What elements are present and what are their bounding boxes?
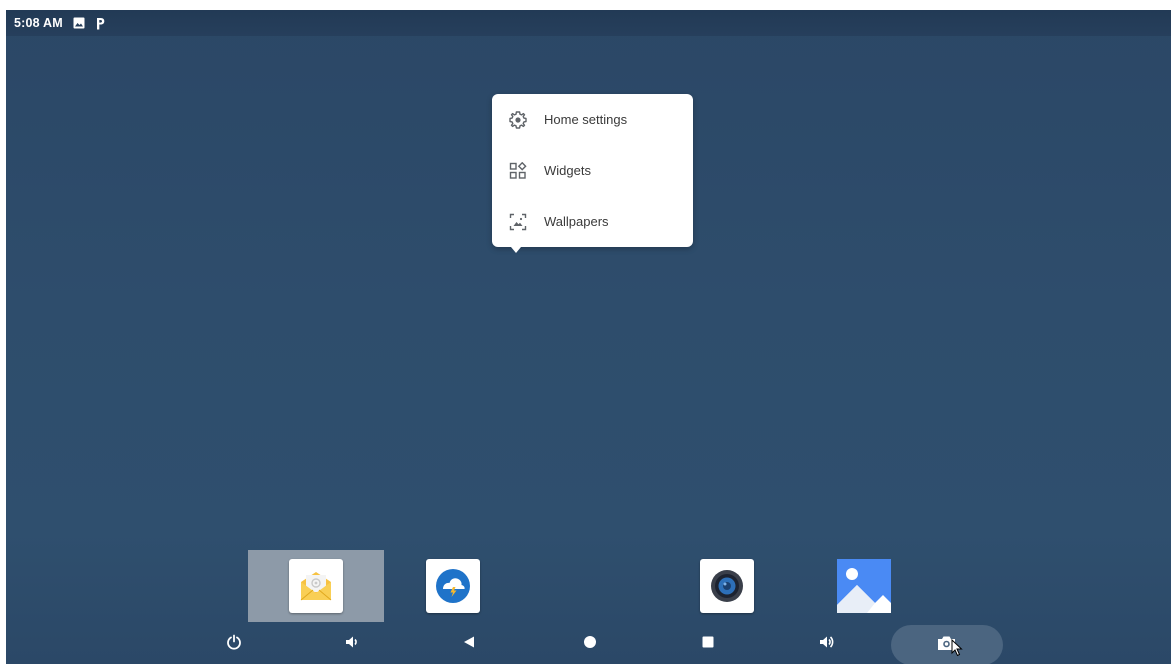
menu-item-widgets[interactable]: Widgets: [492, 145, 693, 196]
volume-down-icon: [344, 634, 360, 655]
power-icon: [226, 634, 242, 655]
home-screen[interactable]: 5:08 AM Home settings Widgets Wallpapers: [6, 10, 1171, 664]
volume-up-icon: [818, 634, 836, 655]
dock-item-weather[interactable]: [385, 550, 521, 622]
dock-item-gallery[interactable]: [796, 550, 932, 622]
menu-item-label: Wallpapers: [544, 214, 609, 229]
gallery-app-icon: [837, 559, 891, 613]
home-button[interactable]: [570, 624, 610, 664]
menu-item-label: Widgets: [544, 163, 591, 178]
power-button[interactable]: [214, 624, 254, 664]
status-bar: 5:08 AM: [6, 10, 1171, 36]
mouse-cursor-icon: [951, 638, 963, 662]
dock-item-email[interactable]: [248, 550, 384, 622]
menu-item-wallpapers[interactable]: Wallpapers: [492, 196, 693, 247]
back-icon: [462, 635, 476, 654]
wallpaper-icon: [507, 211, 529, 233]
home-icon: [583, 635, 597, 654]
widgets-icon: [507, 160, 529, 182]
back-button[interactable]: [449, 624, 489, 664]
navigation-bar: [6, 624, 1171, 664]
email-app-icon: [289, 559, 343, 613]
music-speaker-app-icon: [700, 559, 754, 613]
image-notification-icon: [73, 17, 85, 29]
p-notification-icon: [95, 17, 105, 30]
weather-app-icon: [426, 559, 480, 613]
popup-pointer: [511, 247, 521, 253]
home-long-press-menu: Home settings Widgets Wallpapers: [492, 94, 693, 253]
status-time: 5:08 AM: [14, 16, 63, 30]
menu-item-home-settings[interactable]: Home settings: [492, 94, 693, 145]
volume-up-button[interactable]: [807, 624, 847, 664]
recents-button[interactable]: [688, 624, 728, 664]
settings-gear-icon: [507, 109, 529, 131]
menu-item-label: Home settings: [544, 112, 628, 127]
dock-item-music[interactable]: [659, 550, 795, 622]
recents-icon: [701, 635, 715, 654]
screenshot-button[interactable]: [891, 625, 1003, 664]
dock: [6, 548, 1171, 624]
volume-down-button[interactable]: [332, 624, 372, 664]
